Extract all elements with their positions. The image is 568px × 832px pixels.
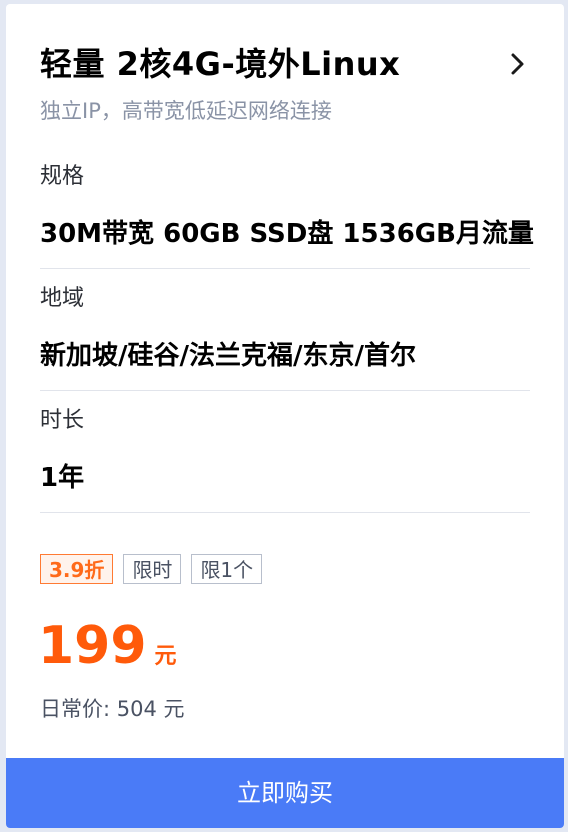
- duration-label: 时长: [40, 408, 85, 433]
- specs-value: 30M带宽 60GB SSD盘 1536GB月流量: [40, 219, 534, 249]
- product-title: 轻量 2核4G-境外Linux: [40, 45, 401, 83]
- product-subtitle: 独立IP，高带宽低延迟网络连接: [40, 99, 332, 123]
- discount-tag: 3.9折: [40, 554, 114, 584]
- divider: [40, 390, 530, 391]
- duration-value: 1年: [40, 463, 85, 493]
- region-section: 地域 新加坡/硅谷/法兰克福/东京/首尔: [40, 284, 530, 374]
- limit-one-tag: 限1个: [191, 554, 263, 584]
- duration-section: 时长 1年: [40, 406, 530, 496]
- card-header[interactable]: 轻量 2核4G-境外Linux 独立IP，高带宽低延迟网络连接: [40, 42, 530, 126]
- product-card: 轻量 2核4G-境外Linux 独立IP，高带宽低延迟网络连接 规格 30M带宽…: [6, 4, 564, 828]
- original-price: 日常价: 504 元: [40, 697, 185, 721]
- promo-tags: 3.9折 限时 限1个: [40, 554, 263, 584]
- specs-label: 规格: [40, 164, 85, 189]
- specs-section: 规格 30M带宽 60GB SSD盘 1536GB月流量: [40, 162, 534, 252]
- divider: [40, 512, 530, 513]
- region-label: 地域: [40, 286, 85, 311]
- buy-now-button[interactable]: 立即购买: [6, 758, 564, 828]
- divider: [40, 268, 530, 269]
- price-unit: 元: [154, 644, 177, 669]
- price-amount: 199: [38, 616, 147, 676]
- region-value: 新加坡/硅谷/法兰克福/东京/首尔: [40, 341, 416, 371]
- price-row: 199 元: [38, 616, 177, 676]
- limited-time-tag: 限时: [123, 554, 182, 584]
- chevron-right-icon[interactable]: [506, 50, 530, 78]
